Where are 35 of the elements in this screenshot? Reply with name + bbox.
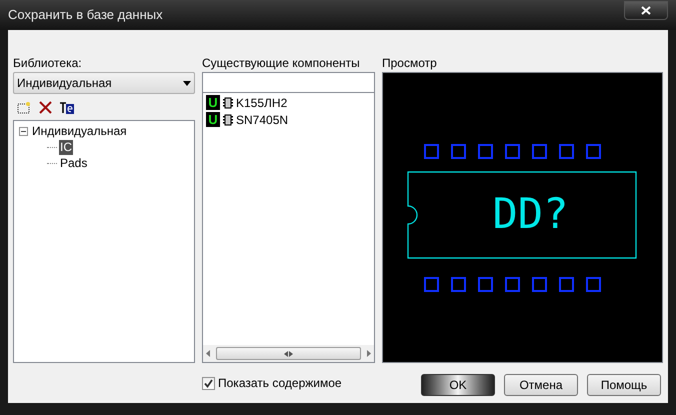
tree-item[interactable]: Pads xyxy=(59,156,88,170)
dialog-button[interactable]: Помощь xyxy=(587,374,661,396)
designator-label: DD? xyxy=(492,192,568,236)
library-dropdown[interactable]: Индивидуальная xyxy=(13,72,195,94)
status-badge: U xyxy=(206,112,220,127)
components-label: Существующие компоненты xyxy=(202,56,361,71)
component-name: SN7405N xyxy=(236,112,288,128)
scroll-right-icon[interactable] xyxy=(367,350,371,357)
collapse-toggle[interactable] xyxy=(19,126,28,136)
chip-icon xyxy=(223,96,233,108)
component-item[interactable]: U K155ЛН2 xyxy=(203,94,374,111)
grip-icon xyxy=(284,350,293,356)
checkbox-label: Показать содержимое xyxy=(218,375,342,392)
dialog-button[interactable]: Отмена xyxy=(504,374,578,396)
preview-label: Просмотр xyxy=(382,56,438,71)
dropdown-caret-icon xyxy=(183,80,191,86)
close-icon xyxy=(641,6,651,14)
status-badge: U xyxy=(206,95,220,110)
chip-icon xyxy=(223,114,233,126)
window-title: Сохранить в базе данных xyxy=(8,6,163,24)
horizontal-scrollbar[interactable] xyxy=(203,345,374,362)
search-field[interactable] xyxy=(202,72,375,93)
rename-icon[interactable] xyxy=(60,100,74,114)
checkbox[interactable] xyxy=(202,376,215,390)
delete-icon[interactable] xyxy=(39,100,52,114)
component-name: K155ЛН2 xyxy=(236,94,288,112)
scroll-left-icon[interactable] xyxy=(206,350,210,357)
scrollbar-thumb[interactable] xyxy=(216,347,361,360)
new-folder-icon[interactable] xyxy=(17,100,31,114)
tree-item[interactable]: Индивидуальная xyxy=(31,124,128,138)
tree-item[interactable]: IC xyxy=(59,140,73,154)
library-label: Библиотека: xyxy=(13,56,83,71)
dialog-button[interactable]: OK xyxy=(421,374,495,396)
component-item[interactable]: U SN7405N xyxy=(203,111,374,128)
close-button[interactable] xyxy=(624,0,668,20)
